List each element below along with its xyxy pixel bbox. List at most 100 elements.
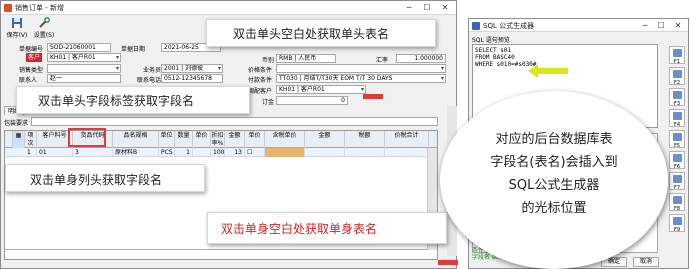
settings-button-label: 设置(S): [33, 32, 55, 39]
sales-type-field[interactable]: [47, 64, 121, 73]
f4-icon: [673, 112, 682, 120]
cell-tax[interactable]: [345, 148, 385, 157]
cell-cust-part[interactable]: 01: [37, 148, 73, 157]
highlight-deposit: [363, 94, 383, 99]
maximize-button[interactable]: ☐: [421, 2, 433, 13]
minimize-button[interactable]: ─: [403, 2, 415, 13]
f8-button[interactable]: F8: [669, 193, 685, 212]
col-header-total[interactable]: 价税合计: [385, 131, 429, 148]
rate-label[interactable]: 汇率: [376, 55, 388, 64]
sql-minimize-button[interactable]: ─: [639, 20, 651, 31]
col-header-discount[interactable]: 折扣率%: [211, 131, 225, 148]
col-header-price[interactable]: 单价: [193, 131, 211, 148]
highlight-item-code: [68, 128, 106, 147]
deposit-field[interactable]: 0: [276, 96, 348, 105]
f3-button[interactable]: F3: [669, 88, 685, 107]
price-cond-field[interactable]: [276, 64, 446, 73]
callout-header-blank-text: 双击单头空白处获取单头表名: [233, 27, 390, 41]
arrow-left-icon: [528, 64, 568, 78]
cell-checkbox[interactable]: ☐: [245, 148, 265, 157]
col-header-tax-price[interactable]: 含税单价: [265, 131, 305, 148]
callout-insert-line: 对应的后台数据库表: [495, 132, 613, 147]
cell-amount2[interactable]: [305, 148, 345, 157]
pay-cond-field[interactable]: TT030 | 月结T/T30天 EOM T/T 30 DAYS: [276, 74, 446, 83]
sql-preview-label: SQL 语句预览: [472, 37, 510, 44]
cell-tax-price[interactable]: [265, 148, 305, 157]
salesman-field[interactable]: 2001 | 刘德彼: [161, 64, 223, 73]
currency-label[interactable]: 币别: [262, 55, 274, 64]
phone-label[interactable]: 联系电话: [137, 75, 161, 84]
cell-qty[interactable]: 1: [175, 148, 193, 157]
f4-button[interactable]: F4: [669, 109, 685, 128]
currency-field[interactable]: RMB | 人民币: [276, 54, 336, 63]
table-row[interactable]: 1 01 3 原材料B PCS 1 100 13 ☐: [5, 148, 437, 157]
cell-unit[interactable]: PCS: [159, 148, 175, 157]
price-cond-label[interactable]: 价格条件: [248, 65, 272, 74]
f7-button[interactable]: F7: [669, 172, 685, 191]
doc-no-field[interactable]: SOD-21060001: [47, 43, 111, 52]
col-header-item-no[interactable]: 项次: [25, 131, 37, 148]
sql-close-button[interactable]: ✕: [672, 20, 684, 31]
cell-total[interactable]: [385, 148, 429, 157]
f2-button[interactable]: F2: [669, 67, 685, 86]
callout-insert-line: 字段名(表名)会插入到: [490, 155, 618, 170]
pay-cond-label[interactable]: 付款条件: [248, 75, 272, 84]
f5-icon: [673, 133, 682, 141]
f9-icon: [673, 217, 682, 225]
ship-cust-field[interactable]: KH01 | 客户R01: [276, 85, 366, 94]
cell-amount[interactable]: 13: [225, 148, 245, 157]
salesman-label[interactable]: 业务员: [143, 65, 161, 74]
settings-icon: [39, 17, 50, 28]
customer-label[interactable]: 客户: [26, 53, 43, 62]
customer-field[interactable]: KH01 | 客户R01: [47, 53, 121, 62]
col-header-unit[interactable]: 单位: [159, 131, 175, 148]
order-window-titlebar: 销售订单 - 新增 ─ ☐ ✕: [1, 1, 456, 15]
cell-discount[interactable]: 100: [211, 148, 225, 157]
col-header-qty[interactable]: 数量: [175, 131, 193, 148]
packing-label[interactable]: 包装要求: [4, 118, 28, 127]
sql-line: FROM BASC40: [475, 54, 515, 61]
contact-field[interactable]: 赵一: [47, 74, 121, 83]
f8-icon: [673, 196, 682, 204]
col-header-price2[interactable]: 单价: [245, 131, 265, 148]
doc-no-label[interactable]: 单据编号: [19, 44, 43, 53]
phone-field[interactable]: 0512-12345678: [161, 74, 223, 83]
col-header-tax[interactable]: 税额: [345, 131, 385, 148]
close-button[interactable]: ✕: [439, 2, 451, 13]
f7-icon: [673, 175, 682, 183]
f3-icon: [673, 91, 682, 99]
col-header-item-spec[interactable]: 品名规格: [113, 131, 159, 148]
callout-insert-line: 的光标位置: [521, 201, 587, 216]
rate-field[interactable]: 1.000000: [396, 54, 446, 63]
save-icon: [12, 18, 22, 28]
f1-button[interactable]: F1: [669, 46, 685, 65]
doc-date-label[interactable]: 单据日期: [121, 44, 145, 53]
app-icon: [4, 4, 12, 12]
cell-price[interactable]: [193, 148, 211, 157]
contact-label[interactable]: 联系人: [19, 75, 37, 84]
order-window-title: 销售订单 - 新增: [15, 4, 64, 12]
grid-select-icon[interactable]: ▦: [13, 131, 25, 148]
col-header-amount[interactable]: 金额: [225, 131, 245, 148]
cell-item-spec[interactable]: 原材料B: [113, 148, 159, 157]
col-header-amount2[interactable]: 金额: [305, 131, 345, 148]
settings-button[interactable]: 设置(S): [31, 17, 57, 39]
cell-item-code[interactable]: 3: [73, 148, 113, 157]
f2-icon: [673, 70, 682, 78]
sql-maximize-button[interactable]: ☐: [655, 20, 667, 31]
packing-field[interactable]: [31, 117, 438, 126]
f6-button[interactable]: F6: [669, 151, 685, 170]
ship-cust-label[interactable]: 调配客户: [248, 86, 272, 95]
save-button[interactable]: 保存(V): [4, 17, 30, 39]
callout-header-label-text: 双击单头字段标签获取字段名: [38, 94, 195, 108]
cancel-button[interactable]: 取消: [633, 257, 659, 267]
callout-insert-line: SQL公式生成器: [508, 178, 600, 193]
deposit-label[interactable]: 订金: [262, 97, 274, 106]
sales-type-label[interactable]: 销售类型: [19, 65, 43, 74]
cell-item-no[interactable]: 1: [25, 148, 37, 157]
highlight-body-blank: [438, 260, 458, 265]
f9-button[interactable]: F9: [669, 214, 685, 233]
f5-button[interactable]: F5: [669, 130, 685, 149]
total-row: [5, 249, 437, 259]
grid-corner: [5, 131, 13, 148]
